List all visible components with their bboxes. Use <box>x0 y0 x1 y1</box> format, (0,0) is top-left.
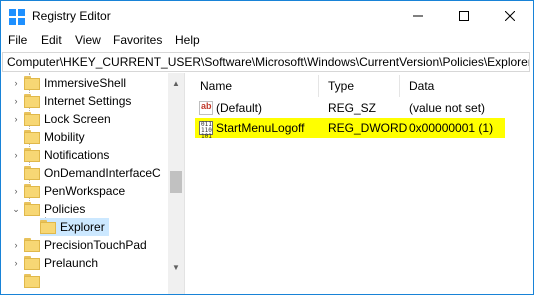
expand-chevron-icon[interactable]: › <box>10 182 22 200</box>
title-bar[interactable]: Registry Editor <box>1 1 533 31</box>
folder-icon <box>24 238 40 252</box>
folder-icon <box>24 94 40 108</box>
tree-item-label: Mobility <box>44 130 85 144</box>
menu-favorites[interactable]: Favorites <box>113 33 162 47</box>
tree-item-label: Prelaunch <box>44 256 99 270</box>
menu-help[interactable]: Help <box>175 33 200 47</box>
string-value-icon: ab <box>199 101 213 115</box>
expand-chevron-icon[interactable]: › <box>10 110 22 128</box>
tree-item-mobility[interactable]: Mobility <box>24 128 85 146</box>
expand-chevron-icon[interactable]: › <box>10 236 22 254</box>
tree-item-immersiveshell[interactable]: › ImmersiveShell <box>15 74 127 92</box>
maximize-button[interactable] <box>441 1 487 31</box>
value-type: REG_DWORD <box>328 121 408 135</box>
tree-item-label: Policies <box>44 202 86 216</box>
folder-icon <box>40 220 56 234</box>
menu-view[interactable]: View <box>75 33 101 47</box>
tree-item-penworkspace[interactable]: › PenWorkspace <box>15 182 126 200</box>
tree-item-prelaunch[interactable]: › Prelaunch <box>15 254 99 272</box>
tree-item-notifications[interactable]: › Notifications <box>15 146 110 164</box>
collapse-chevron-icon[interactable]: ⌄ <box>10 200 22 218</box>
registry-editor-window: Registry Editor File Edit View Favorites… <box>0 0 534 295</box>
tree-item-lock-screen[interactable]: › Lock Screen <box>15 110 111 128</box>
tree-item-label: ImmersiveShell <box>44 76 127 90</box>
tree-item-label: PenWorkspace <box>44 184 126 198</box>
value-row-default[interactable]: ab (Default) REG_SZ (value not set) <box>187 98 533 118</box>
scroll-down-arrow-icon[interactable]: ▼ <box>168 259 184 275</box>
menu-bar: File Edit View Favorites Help <box>1 31 533 51</box>
expand-chevron-icon[interactable]: › <box>10 254 22 272</box>
close-button[interactable] <box>487 1 533 31</box>
scroll-up-arrow-icon[interactable]: ▲ <box>168 75 184 91</box>
column-divider[interactable] <box>399 75 400 97</box>
folder-icon <box>24 166 40 180</box>
expand-chevron-icon[interactable]: › <box>10 146 22 164</box>
column-header-type[interactable]: Type <box>328 79 354 93</box>
expand-chevron-icon[interactable]: › <box>10 74 22 92</box>
values-list-pane[interactable]: Name Type Data ab (Default) REG_SZ (valu… <box>187 73 533 294</box>
scroll-thumb[interactable] <box>170 171 182 193</box>
tree-vertical-scrollbar[interactable]: ▲ ▼ <box>168 73 184 294</box>
tree-item-label: Notifications <box>44 148 110 162</box>
folder-icon <box>24 148 40 162</box>
menu-file[interactable]: File <box>8 33 27 47</box>
window-title: Registry Editor <box>32 9 111 23</box>
tree-item-label: PrecisionTouchPad <box>44 238 147 252</box>
column-header-name[interactable]: Name <box>200 79 232 93</box>
folder-icon <box>24 130 40 144</box>
tree-item-internet-settings[interactable]: › Internet Settings <box>15 92 132 110</box>
tree-item-label: OnDemandInterfaceC <box>44 166 161 180</box>
tree-item-policies[interactable]: ⌄ Policies <box>12 200 86 218</box>
folder-icon <box>24 112 40 126</box>
folder-icon <box>24 184 40 198</box>
expand-chevron-icon[interactable]: › <box>10 92 22 110</box>
folder-icon <box>24 256 40 270</box>
registry-editor-app-icon <box>9 9 25 25</box>
tree-item-label: Internet Settings <box>44 94 132 108</box>
address-bar[interactable]: Computer\HKEY_CURRENT_USER\Software\Micr… <box>2 52 530 72</box>
menu-edit[interactable]: Edit <box>41 33 62 47</box>
column-header-data[interactable]: Data <box>409 79 434 93</box>
tree-item-precisiontouchpad[interactable]: › PrecisionTouchPad <box>15 236 147 254</box>
value-name: (Default) <box>216 101 263 115</box>
maximize-icon <box>459 11 469 21</box>
column-divider[interactable] <box>318 75 319 97</box>
folder-icon <box>24 202 40 216</box>
minimize-button[interactable] <box>395 1 441 31</box>
value-type: REG_SZ <box>328 101 377 115</box>
value-name: StartMenuLogoff <box>216 121 305 135</box>
tree-item-label: Explorer <box>60 220 105 234</box>
tree-item-label: Lock Screen <box>44 112 111 126</box>
value-data: (value not set) <box>409 101 486 115</box>
folder-icon <box>24 76 40 90</box>
key-tree-pane[interactable]: › ImmersiveShell › Internet Settings › L… <box>2 73 185 294</box>
folder-icon <box>24 274 40 288</box>
binary-value-icon: 011 110 101 <box>199 121 213 140</box>
minimize-icon <box>413 15 423 17</box>
tree-item-ondemandinterfacecache[interactable]: OnDemandInterfaceC <box>24 164 161 182</box>
tree-item-partial[interactable] <box>24 272 44 290</box>
value-row-startmenulogoff[interactable]: 011 110 101 StartMenuLogoff REG_DWORD 0x… <box>187 118 533 140</box>
close-icon <box>505 11 515 21</box>
tree-item-explorer-selected[interactable]: Explorer <box>40 218 109 236</box>
value-data: 0x00000001 (1) <box>409 121 494 135</box>
